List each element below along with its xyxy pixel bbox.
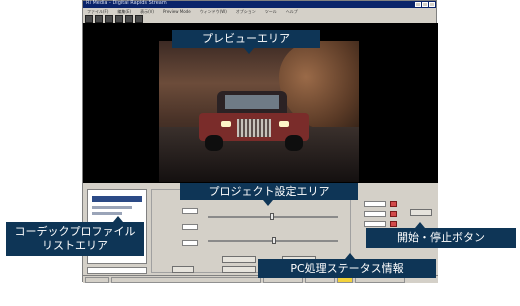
slider-knob[interactable]	[272, 237, 276, 244]
stop-icon[interactable]	[390, 201, 397, 207]
list-item[interactable]	[92, 206, 132, 209]
minimize-icon[interactable]	[415, 2, 421, 7]
close-icon[interactable]	[429, 2, 435, 7]
headlight-left	[221, 121, 231, 127]
preview-video-frame	[159, 41, 359, 182]
menu-tools[interactable]: ツール	[265, 8, 277, 15]
menu-edit[interactable]: 編集(E)	[117, 8, 131, 15]
preview-icon[interactable]	[125, 15, 133, 23]
status-cell	[85, 277, 109, 283]
pickup-truck-image	[199, 91, 309, 151]
window-controls	[415, 2, 435, 7]
menu-preview-mode[interactable]: Preview Mode	[163, 8, 191, 15]
control-field[interactable]	[364, 221, 386, 227]
list-item[interactable]	[92, 212, 122, 215]
save-icon[interactable]	[105, 15, 113, 23]
settings-button[interactable]	[222, 266, 256, 273]
menu-bar: ファイル(F) 編集(E) 表示(V) Preview Mode ウィンドウ(W…	[83, 8, 436, 15]
settings-icon[interactable]	[135, 15, 143, 23]
list-item-selected[interactable]	[92, 196, 142, 202]
title-bar: Ri Media - Digital Rapids Stream	[83, 0, 436, 8]
toolbar	[85, 15, 143, 23]
settings-button[interactable]	[222, 256, 256, 263]
stop-icon[interactable]	[390, 221, 397, 227]
preview-area-callout: プレビューエリア	[172, 30, 320, 48]
project-settings-callout: プロジェクト設定エリア	[180, 183, 358, 200]
menu-file[interactable]: ファイル(F)	[87, 8, 108, 15]
control-field[interactable]	[364, 211, 386, 217]
menu-help[interactable]: ヘルプ	[286, 8, 298, 15]
stop-icon[interactable]	[390, 211, 397, 217]
callout-pointer	[244, 48, 254, 54]
new-icon[interactable]	[85, 15, 93, 23]
window-title: Ri Media - Digital Rapids Stream	[86, 0, 167, 6]
setting-field[interactable]	[182, 240, 198, 246]
menu-window[interactable]: ウィンドウ(W)	[200, 8, 227, 15]
headlight-right	[279, 121, 289, 127]
maximize-icon[interactable]	[422, 2, 428, 7]
codec-callout-line2: リストエリア	[42, 239, 108, 252]
menu-view[interactable]: 表示(V)	[140, 8, 154, 15]
setting-field[interactable]	[182, 224, 198, 230]
control-field[interactable]	[364, 201, 386, 207]
start-stop-callout: 開始・停止ボタン	[366, 228, 516, 248]
setting-field[interactable]	[182, 208, 198, 214]
codec-profile-list-callout: コーデックプロファイル リストエリア	[6, 222, 144, 256]
pc-status-callout: PC処理ステータス情報	[258, 259, 436, 278]
slider-knob[interactable]	[270, 213, 274, 220]
profile-dropdown[interactable]	[87, 267, 147, 274]
settings-button[interactable]	[172, 266, 194, 273]
open-icon[interactable]	[95, 15, 103, 23]
codec-callout-line1: コーデックプロファイル	[14, 225, 136, 238]
record-icon[interactable]	[115, 15, 123, 23]
status-cell	[111, 277, 261, 283]
start-button[interactable]	[410, 209, 432, 216]
callout-pointer	[263, 200, 273, 206]
menu-options[interactable]: オプション	[236, 8, 256, 15]
